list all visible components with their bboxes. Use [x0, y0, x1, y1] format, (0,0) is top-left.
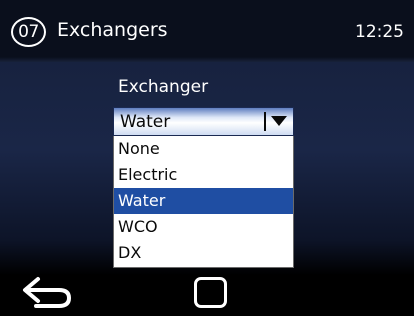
exchanger-options-list: None Electric Water WCO DX [113, 136, 294, 268]
clock: 12:25 [355, 22, 404, 42]
option-dx[interactable]: DX [114, 240, 293, 266]
screen: 07 Exchangers 12:25 Exchanger Water None… [0, 0, 414, 316]
exchanger-dropdown[interactable]: Water [113, 107, 294, 136]
square-button-icon[interactable] [194, 277, 227, 308]
dropdown-selected-value: Water [120, 112, 171, 132]
option-electric[interactable]: Electric [114, 162, 293, 188]
dropdown-separator [264, 112, 266, 131]
exchanger-label: Exchanger [118, 77, 209, 97]
option-none[interactable]: None [114, 136, 293, 162]
chevron-down-icon[interactable] [271, 116, 287, 126]
option-wco[interactable]: WCO [114, 214, 293, 240]
screen-number-badge: 07 [11, 17, 46, 47]
option-water[interactable]: Water [114, 188, 293, 214]
back-arrow-icon[interactable] [22, 276, 72, 308]
header-bar: 07 Exchangers 12:25 [0, 0, 414, 62]
screen-title: Exchangers [57, 19, 168, 41]
